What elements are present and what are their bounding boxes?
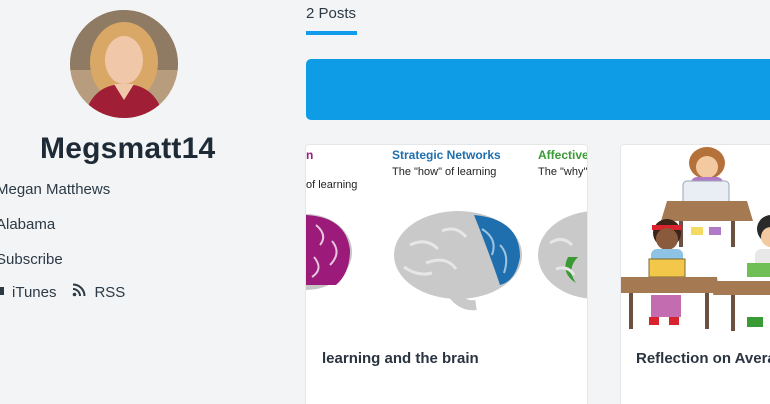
post-image: n of learning Strategic Networks The "ho… — [306, 145, 587, 335]
itunes-link[interactable]: iTunes — [12, 284, 56, 301]
full-name: Megan Matthews — [0, 181, 111, 198]
post-card[interactable]: n of learning Strategic Networks The "ho… — [305, 144, 588, 404]
location: Alabama — [0, 216, 56, 233]
apple-icon — [0, 283, 4, 301]
rss-label: RSS — [94, 283, 126, 301]
avatar — [70, 10, 178, 118]
username: Megsmatt14 — [40, 132, 216, 165]
tab-posts-underline — [306, 31, 357, 35]
itunes-label: iTunes — [12, 283, 57, 301]
image-middle-heading: Strategic Networks — [392, 148, 501, 162]
image-right-heading: Affective — [538, 148, 587, 162]
rss-link[interactable]: RSS — [72, 283, 125, 301]
post-image — [621, 145, 770, 335]
post-title[interactable]: Reflection on Avera — [636, 350, 770, 367]
image-left-sub: of learning — [306, 179, 357, 191]
post-card[interactable]: Reflection on Avera — [620, 144, 770, 404]
image-middle-sub: The "how" of learning — [392, 166, 496, 178]
rss-icon — [72, 283, 94, 301]
image-left-heading: n — [306, 148, 313, 162]
subscribe-links: iTunes RSS — [0, 283, 125, 301]
post-title[interactable]: learning and the brain — [322, 350, 479, 367]
image-right-sub: The "why" — [538, 166, 587, 178]
banner[interactable] — [306, 59, 770, 120]
subscribe-heading: Subscribe — [0, 251, 63, 268]
tab-posts[interactable]: 2 Posts — [306, 5, 356, 22]
